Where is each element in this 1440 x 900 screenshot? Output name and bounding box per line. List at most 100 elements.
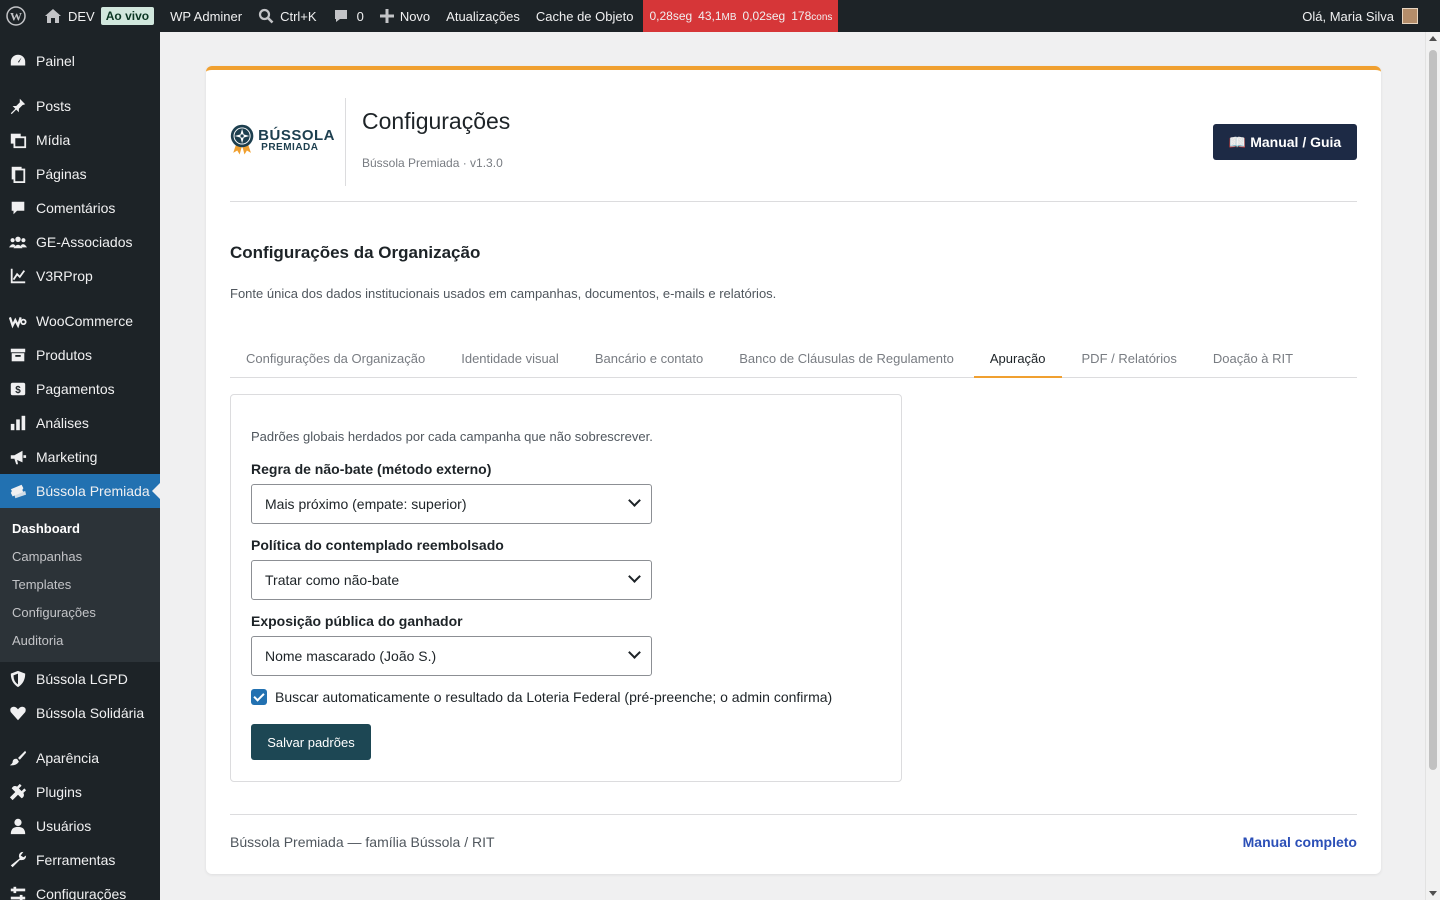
comments-link[interactable]: 0 [325, 0, 372, 32]
menu-item-woocommerce[interactable]: WooCommerce [0, 304, 160, 338]
submenu-item-templates[interactable]: Templates [0, 571, 160, 599]
command-search[interactable]: Ctrl+K [250, 0, 324, 32]
comment-icon [8, 198, 28, 218]
comments-count: 0 [356, 8, 364, 24]
wp-adminer-link[interactable]: WP Adminer [162, 0, 250, 32]
megaphone-icon [8, 447, 28, 467]
new-label: Novo [399, 8, 431, 24]
menu-item-posts[interactable]: Posts [0, 89, 160, 123]
menu-item-paginas[interactable]: Páginas [0, 157, 160, 191]
menu-item-plugins[interactable]: Plugins [0, 775, 160, 809]
shield-icon [8, 669, 28, 689]
exposure-select[interactable]: Nome mascarado (João S.) [251, 636, 652, 676]
tab-doacao-rit[interactable]: Doação à RIT [1197, 342, 1309, 378]
save-defaults-button[interactable]: Salvar padrões [251, 724, 371, 760]
perf-memory: 43,1MB [698, 9, 736, 23]
tab-banco-clausulas[interactable]: Banco de Cláusulas de Regulamento [723, 342, 970, 378]
object-cache-link[interactable]: Cache de Objeto [528, 0, 642, 32]
menu-label: Páginas [36, 166, 87, 182]
site-name: DEV [68, 8, 95, 24]
bussola-logo: BÚSSOLA PREMIADA [230, 118, 335, 162]
submenu-item-dashboard[interactable]: Dashboard [0, 515, 160, 543]
tab-pdf-relatorios[interactable]: PDF / Relatórios [1066, 342, 1193, 378]
dashboard-icon [8, 51, 28, 71]
auto-fetch-checkbox[interactable] [251, 689, 267, 705]
menu-label: Análises [36, 415, 89, 431]
menu-item-aparencia[interactable]: Aparência [0, 741, 160, 775]
full-manual-link[interactable]: Manual completo [1243, 834, 1357, 850]
menu-item-marketing[interactable]: Marketing [0, 440, 160, 474]
submenu-item-configuracoes[interactable]: Configurações [0, 599, 160, 627]
groups-icon [8, 232, 28, 252]
perf-queries: 178cons [791, 9, 832, 23]
submenu-item-auditoria[interactable]: Auditoria [0, 627, 160, 655]
menu-label: Marketing [36, 449, 98, 465]
archive-icon [8, 345, 28, 365]
menu-item-ge-associados[interactable]: GE-Associados [0, 225, 160, 259]
panel-intro: Padrões globais herdados por cada campan… [251, 429, 653, 444]
menu-item-usuarios[interactable]: Usuários [0, 809, 160, 843]
rule-select[interactable]: Mais próximo (empate: superior) [251, 484, 652, 524]
scrollbar-thumb[interactable] [1429, 50, 1437, 770]
plugin-icon [8, 782, 28, 802]
scroll-up-arrow-icon[interactable] [1429, 36, 1437, 41]
refund-label: Política do contemplado reembolsado [251, 537, 504, 553]
menu-item-comentarios[interactable]: Comentários [0, 191, 160, 225]
perf-query-time: 0,02seg [742, 9, 786, 23]
money-icon: $ [8, 379, 28, 399]
menu-item-pagamentos[interactable]: $ Pagamentos [0, 372, 160, 406]
plugin-version: Bússola Premiada · v1.3.0 [362, 156, 503, 170]
scroll-down-arrow-icon[interactable] [1429, 891, 1437, 896]
page-scrollbar[interactable] [1425, 32, 1440, 900]
submenu-item-campanhas[interactable]: Campanhas [0, 543, 160, 571]
updates-link[interactable]: Atualizações [438, 0, 528, 32]
tab-configuracoes-organizacao[interactable]: Configurações da Organização [230, 342, 441, 378]
perf-memory-unit: MB [721, 12, 737, 23]
settings-icon [8, 884, 28, 900]
tickets-icon [8, 481, 28, 501]
menu-label: Usuários [36, 818, 92, 834]
menu-item-v3rprop[interactable]: V3RProp [0, 259, 160, 293]
menu-label: Painel [36, 53, 75, 69]
brush-icon [8, 748, 28, 768]
tab-bancario-contato[interactable]: Bancário e contato [579, 342, 719, 378]
my-account[interactable]: Olá, Maria Silva [1302, 8, 1440, 24]
pages-icon [8, 164, 28, 184]
query-monitor-stats[interactable]: 0,28seg 43,1MB 0,02seg 178cons [643, 0, 839, 32]
wordpress-logo-icon[interactable]: W [0, 0, 36, 32]
tab-identidade-visual[interactable]: Identidade visual [445, 342, 575, 378]
rule-select-value: Mais próximo (empate: superior) [265, 496, 467, 512]
site-name-link[interactable]: DEV Ao vivo [36, 0, 162, 32]
menu-item-bussola-solidaria[interactable]: Bússola Solidária [0, 696, 160, 730]
tab-apuracao[interactable]: Apuração [973, 342, 1062, 378]
bar-chart-icon [8, 413, 28, 433]
menu-label: Aparência [36, 750, 100, 766]
heart-icon [8, 703, 28, 723]
menu-label: Plugins [36, 784, 82, 800]
new-content-link[interactable]: Novo [372, 0, 438, 32]
menu-item-produtos[interactable]: Produtos [0, 338, 160, 372]
home-icon [45, 9, 61, 23]
auto-fetch-label[interactable]: Buscar automaticamente o resultado da Lo… [275, 689, 832, 705]
menu-item-painel[interactable]: Painel [0, 44, 160, 78]
menu-item-bussola-premiada[interactable]: Bússola Premiada [0, 474, 160, 508]
menu-item-midia[interactable]: Mídia [0, 123, 160, 157]
menu-label: Produtos [36, 347, 93, 363]
menu-label: Comentários [36, 200, 116, 216]
submenu-bussola-premiada: Dashboard Campanhas Templates Configuraç… [0, 508, 160, 662]
perf-queries-value: 178 [791, 9, 812, 23]
book-icon: 📖 [1228, 133, 1247, 150]
menu-item-ferramentas[interactable]: Ferramentas [0, 843, 160, 877]
menu-item-analises[interactable]: Análises [0, 406, 160, 440]
menu-label: Bússola LGPD [36, 671, 128, 687]
manual-guide-button[interactable]: 📖 Manual / Guia [1213, 124, 1357, 160]
menu-item-configuracoes[interactable]: Configurações [0, 877, 160, 900]
menu-label: GE-Associados [36, 234, 133, 250]
media-icon [8, 130, 28, 150]
menu-label: V3RProp [36, 268, 93, 284]
apuracao-panel: Padrões globais herdados por cada campan… [230, 394, 902, 782]
menu-item-bussola-lgpd[interactable]: Bússola LGPD [0, 662, 160, 696]
manual-button-label: Manual / Guia [1250, 134, 1342, 150]
menu-label: Ferramentas [36, 852, 116, 868]
refund-select[interactable]: Tratar como não-bate [251, 560, 652, 600]
